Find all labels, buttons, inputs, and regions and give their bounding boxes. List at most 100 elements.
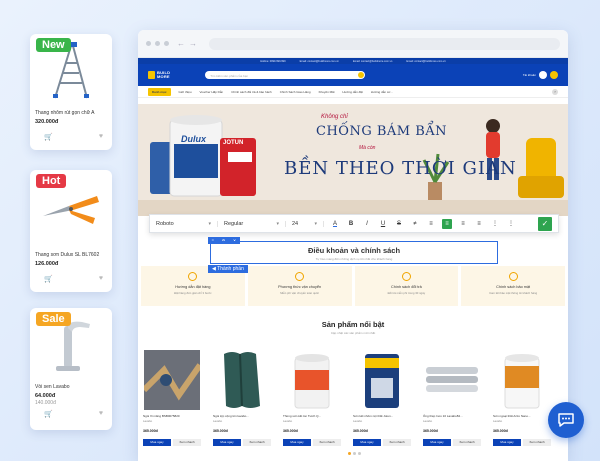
- weight-value: Regular: [224, 220, 244, 227]
- pruning-shears-image: [43, 196, 99, 224]
- buy-now-button[interactable]: Mua ngay: [283, 439, 311, 446]
- bold-icon[interactable]: B: [346, 219, 356, 229]
- back-arrow-icon[interactable]: ←: [177, 39, 185, 48]
- product-brand: Lavabo: [143, 419, 153, 423]
- hero-banner[interactable]: Không chỉ CHỐNG BÁM BẨN Mà còn BỀN THEO …: [138, 104, 568, 216]
- site-logo[interactable]: BUILD MORE: [148, 71, 170, 79]
- section-subtitle[interactable]: Tự hào mang đến những dịch vụ tốt nhất c…: [211, 257, 497, 261]
- strikethrough-icon[interactable]: S: [394, 219, 404, 229]
- buy-now-button[interactable]: Mua ngay: [143, 439, 171, 446]
- account-label[interactable]: Tài khoản: [523, 73, 536, 77]
- search-placeholder: Tìm kiếm sản phẩm của bạn: [210, 73, 249, 78]
- topbar-contact: Email: contact@buildmore.com.vn: [352, 59, 393, 63]
- clear-format-icon[interactable]: ≠: [410, 219, 420, 229]
- product-image: [143, 349, 201, 411]
- chat-button[interactable]: [548, 402, 584, 438]
- menu-item[interactable]: Giới thiệu: [179, 90, 192, 94]
- text-color-icon[interactable]: A: [330, 219, 340, 229]
- menu-item[interactable]: Khuyến Mãi: [319, 90, 335, 94]
- featured-title: Sản phẩm nổi bật: [321, 320, 385, 329]
- cart-icon[interactable]: 🛒: [44, 133, 53, 141]
- header-cart-icon[interactable]: [550, 71, 558, 79]
- site-search-input[interactable]: Tìm kiếm sản phẩm của bạn: [205, 71, 366, 79]
- window-dot[interactable]: [155, 41, 160, 46]
- quick-view-button[interactable]: Xem nhanh: [453, 439, 481, 446]
- category-button[interactable]: Danh mục: [148, 87, 171, 96]
- italic-icon[interactable]: I: [362, 219, 372, 229]
- font-size-select[interactable]: 24 ▾: [292, 220, 324, 227]
- product-image: [283, 349, 341, 411]
- product-card[interactable]: Ngói Xi măng BSB0075820 Lavabo 365.000đ Mu…: [143, 349, 201, 446]
- policy-desc: Đặt hàng đơn giản chỉ 3 bước: [174, 291, 212, 295]
- product-card[interactable]: Sơn kết nhôm nội thất Jotun... Lavabo 365.…: [353, 349, 411, 446]
- align-center-icon[interactable]: ≡: [442, 218, 452, 229]
- policy-card[interactable]: Phương thức vận chuyển Miễn phí vận chuyể…: [247, 266, 352, 306]
- forward-arrow-icon[interactable]: →: [189, 39, 197, 48]
- paint-bucket-image: [294, 354, 330, 409]
- product-image: New: [30, 34, 112, 104]
- align-left-icon[interactable]: ≡: [426, 219, 436, 229]
- side-product-card[interactable]: Hot Thang sơn Dulux SL BL7602 126.000đ 🛒…: [30, 170, 112, 292]
- font-value: Roboto: [156, 220, 174, 227]
- align-right-icon[interactable]: ≡: [458, 219, 468, 229]
- product-card[interactable]: Thùng sơn kết lon Tuích Q... Lavabo 365.00…: [283, 349, 341, 446]
- logo-mark-icon: [148, 71, 155, 79]
- section-title[interactable]: Điều khoản và chính sách: [211, 246, 497, 255]
- roof-tile-image: [224, 352, 260, 408]
- list-number-icon[interactable]: ⋮: [506, 219, 516, 229]
- underline-icon[interactable]: U: [378, 219, 388, 229]
- policy-title: Chính sách đổi trả: [390, 285, 422, 289]
- buy-now-button[interactable]: Mua ngay: [423, 439, 451, 446]
- menu-item[interactable]: Hướng dẫn đặt: [342, 90, 362, 94]
- account-icon[interactable]: [539, 71, 547, 79]
- menu-item[interactable]: Hướng dẫn cơ...: [371, 90, 393, 94]
- url-bar[interactable]: [209, 37, 560, 50]
- component-tag[interactable]: ◀ Thành phần: [208, 265, 248, 273]
- side-product-card[interactable]: New Thang nhôm rút gọn chữ A 320.000đ 🛒 ♥: [30, 34, 112, 150]
- product-card[interactable]: Ngói lợp cộng tôn lavabo... Lavabo 365.000…: [213, 349, 271, 446]
- buy-now-button[interactable]: Mua ngay: [493, 439, 521, 446]
- heart-icon[interactable]: ♥: [99, 275, 103, 283]
- quick-view-button[interactable]: Xem nhanh: [383, 439, 411, 446]
- product-card[interactable]: Sơn ngoại thất Azzo Nano... Lavabo 365.000…: [493, 349, 551, 446]
- topbar-contact: Email: contact@buildmore.com.vn: [299, 59, 339, 63]
- cart-icon[interactable]: 🛒: [44, 410, 53, 418]
- quick-view-button[interactable]: Xem nhanh: [243, 439, 271, 446]
- quick-view-button[interactable]: Xem nhanh: [523, 439, 551, 446]
- product-price: 365.000đ: [213, 429, 228, 433]
- product-brand: Lavabo: [283, 419, 293, 423]
- heart-icon[interactable]: ♥: [99, 133, 103, 141]
- search-icon[interactable]: [358, 72, 365, 78]
- heart-icon[interactable]: ♥: [99, 410, 103, 418]
- menu-item[interactable]: Voucher Hấp Dẫn: [200, 90, 224, 94]
- window-dot[interactable]: [164, 41, 169, 46]
- policy-card[interactable]: Chính sách đổi trả Đổi trả miễn phí trong…: [354, 266, 459, 306]
- check-icon[interactable]: ✓: [538, 216, 552, 231]
- product-card[interactable]: Ống thép Inox 10 Lavabo84... Lavabo 365.00…: [423, 349, 481, 446]
- list-bullet-icon[interactable]: ⋮: [490, 219, 500, 229]
- sale-badge: Sale: [36, 312, 71, 326]
- selected-text-block[interactable]: Điều khoản và chính sách Tự hào mang đến…: [210, 241, 498, 264]
- product-image: Hot: [30, 170, 112, 246]
- window-dot[interactable]: [146, 41, 151, 46]
- product-name: Ống thép Inox 10 Lavabo84...: [423, 414, 463, 418]
- policy-card[interactable]: Chính sách bảo mật Cam kết bảo mật thông …: [461, 266, 565, 306]
- quick-view-button[interactable]: Xem nhanh: [173, 439, 201, 446]
- buy-now-button[interactable]: Mua ngay: [353, 439, 381, 446]
- carousel-pager[interactable]: [348, 452, 361, 455]
- headset-icon: [188, 272, 198, 281]
- product-brand: Lavabo: [353, 419, 363, 423]
- menu-item[interactable]: Chính sách đổi trả & bảo hành: [231, 90, 272, 94]
- menu-item[interactable]: Chính Sách Giao Hàng: [280, 90, 311, 94]
- font-weight-select[interactable]: Regular ▾: [224, 220, 286, 227]
- menu-next-icon[interactable]: ›: [552, 88, 558, 95]
- font-family-select[interactable]: Roboto ▾: [156, 220, 218, 227]
- new-badge: New: [36, 38, 71, 52]
- align-justify-icon[interactable]: ≡: [474, 219, 484, 229]
- buy-now-button[interactable]: Mua ngay: [213, 439, 241, 446]
- browser-window: ← → Hotline: 0999.999.999 Email: contact…: [138, 30, 568, 461]
- quick-view-button[interactable]: Xem nhanh: [313, 439, 341, 446]
- cart-icon[interactable]: 🛒: [44, 275, 53, 283]
- product-grid: Ngói Xi măng BSB0075820 Lavabo 365.000đ Mu…: [143, 349, 565, 446]
- side-product-card[interactable]: Sale Vòi sen Lavabo 64.000đ 140.000đ 🛒 ♥: [30, 308, 112, 430]
